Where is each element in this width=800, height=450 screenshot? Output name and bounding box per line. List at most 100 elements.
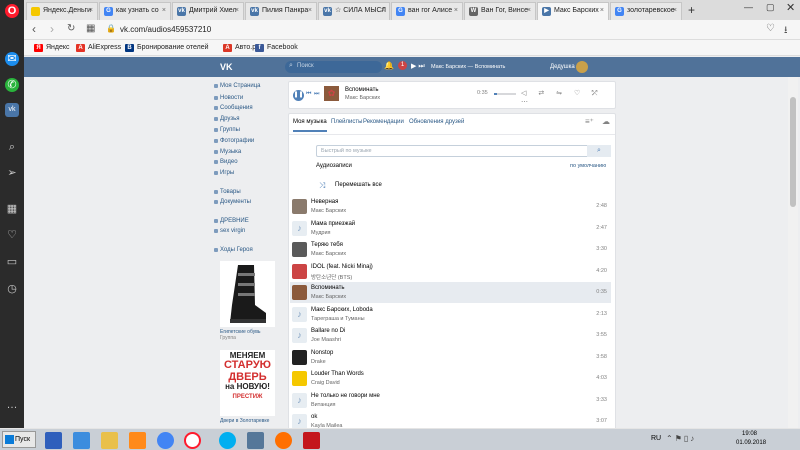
prev-button[interactable]: ⏮ — [306, 91, 311, 98]
track-artist[interactable]: Мудрия — [311, 230, 331, 236]
taskbar-explorer-icon[interactable] — [101, 432, 118, 449]
tab-close-icon[interactable]: × — [454, 3, 458, 19]
header-track-label[interactable]: Макс Барских — Вспоминать — [431, 64, 505, 70]
taskbar-ie-icon[interactable] — [73, 432, 90, 449]
sidebar-item-3[interactable]: Друзья — [214, 116, 239, 122]
track-row[interactable]: ♪ Мама приезжай Мудрия 2:47 — [290, 218, 611, 239]
reload-icon[interactable]: ↻ — [67, 23, 75, 34]
track-artist[interactable]: Макс Барских — [311, 294, 346, 300]
track-title[interactable]: ok — [311, 414, 317, 420]
sidebar-item-2[interactable]: Сообщения — [214, 105, 253, 111]
track-artist[interactable]: Joe Maashri — [311, 337, 341, 343]
sidebar-item-6[interactable]: Музыка — [214, 149, 241, 155]
download-icon[interactable]: ⭳ — [784, 23, 788, 40]
speed-dial-tab-icon[interactable]: ▦ — [86, 23, 95, 34]
vk-search-input[interactable]: ⌕ Поиск — [285, 61, 382, 73]
track-row[interactable]: Louder Than Words Craig David 4:03 — [290, 368, 611, 389]
player-controls[interactable]: ◁ ⇄ ⇋ ♡ ⤱ ⋯ — [521, 89, 615, 106]
shuffle-label[interactable]: Перемешать все — [335, 182, 382, 188]
tab-close-icon[interactable]: × — [600, 3, 604, 19]
history-icon[interactable]: ▭ — [5, 255, 19, 269]
tab-3[interactable]: vk Пилия Панкра × — [245, 2, 317, 20]
music-search-icon[interactable]: ⌕ — [587, 145, 611, 157]
speed-dial-icon[interactable]: ▦ — [5, 202, 19, 216]
tab-5[interactable]: Gван гог Алисе × — [391, 2, 463, 20]
sidebar-item-12[interactable]: sex virgin — [214, 228, 245, 234]
upload-icon[interactable]: ☁ — [602, 117, 610, 126]
taskbar-chrome-icon[interactable] — [157, 432, 174, 449]
progress-bar[interactable] — [494, 93, 516, 95]
tab-close-icon[interactable]: × — [527, 3, 531, 19]
track-title[interactable]: Вспоминать — [311, 285, 344, 291]
track-row[interactable]: ♪ Макс Барских, Loboda Тареграша и Туманы 2… — [290, 304, 611, 325]
header-play-icon[interactable]: ▶ ⏭ — [411, 62, 425, 71]
track-row[interactable]: Nonstop Drake 3:58 — [290, 347, 611, 368]
track-title[interactable]: Теряю тебя — [311, 242, 343, 248]
back-icon[interactable]: ‹ — [32, 22, 36, 36]
track-title[interactable]: Неверная — [311, 199, 338, 205]
notifications-icon[interactable]: 🔔 — [384, 61, 394, 70]
sidebar-item-4[interactable]: Группы — [214, 127, 240, 133]
track-row[interactable]: Неверная Макс Барских 2:48 — [290, 196, 611, 217]
send-icon[interactable]: ➢ — [5, 166, 19, 180]
clock-icon[interactable]: ◷ — [5, 282, 19, 296]
next-button[interactable]: ⏭ — [314, 91, 319, 98]
track-title[interactable]: Макс Барских, Loboda — [311, 307, 373, 313]
taskbar-media-icon[interactable] — [129, 432, 146, 449]
tab-friends-updates[interactable]: Обновления друзей — [409, 119, 464, 125]
track-artist[interactable]: Тареграша и Туманы — [311, 316, 365, 322]
sidebar-item-8[interactable]: Игры — [214, 170, 234, 176]
track-artist[interactable]: Витанция — [311, 402, 336, 408]
track-row[interactable]: Теряю тебя Макс Барских 3:30 — [290, 239, 611, 260]
scrollbar-thumb[interactable] — [790, 97, 796, 207]
scrollbar[interactable] — [788, 77, 798, 428]
maximize-button[interactable]: ▢ — [766, 2, 775, 13]
tab-close-icon[interactable]: × — [89, 3, 93, 19]
more-icon[interactable]: … — [5, 398, 19, 412]
add-playlist-icon[interactable]: ≡⁺ — [585, 117, 594, 126]
sidebar-item-1[interactable]: Новости — [214, 95, 243, 101]
ad2-caption[interactable]: Двери в Золотаревке — [220, 418, 269, 424]
tab-close-icon[interactable]: × — [235, 3, 239, 19]
tray-icons[interactable]: ⌃⚑▯♪ — [666, 434, 696, 443]
user-name[interactable]: Дедушка — [550, 64, 575, 70]
track-row[interactable]: Вспоминать Макс Барских 0:35 — [290, 282, 611, 303]
track-title[interactable]: Ballare no Di — [311, 328, 345, 334]
messenger-icon[interactable]: ✉ — [5, 52, 19, 66]
taskbar-opera-icon[interactable] — [184, 432, 201, 449]
track-row[interactable]: ♪ Ballare no Di Joe Maashri 3:55 — [290, 325, 611, 346]
new-tab-button[interactable]: + — [688, 3, 695, 17]
sidebar-item-5[interactable]: Фотографии — [214, 138, 254, 144]
bookmark-4[interactable]: f Facebook — [255, 42, 298, 54]
sidebar-item-13[interactable]: Ходы Героя — [214, 247, 253, 253]
opera-logo-icon[interactable]: O — [5, 4, 19, 18]
bookmark-1[interactable]: A AliExpress — [76, 42, 121, 54]
whatsapp-icon[interactable]: ✆ — [5, 78, 19, 92]
music-search-input[interactable]: Быстрый по музыке ⌕ — [316, 145, 611, 157]
shuffle-icon[interactable]: ⤨ — [319, 181, 325, 191]
track-artist[interactable]: Craig David — [311, 380, 340, 386]
track-row[interactable]: IDOL (feat. Nicki Minaj) 방탄소년단 (BTS) 4:20 — [290, 261, 611, 282]
track-title[interactable]: Louder Than Words — [311, 371, 364, 377]
minimize-button[interactable]: — — [744, 2, 753, 12]
language-indicator[interactable]: RU — [651, 435, 661, 442]
clock-date[interactable]: 01.09.2018 — [736, 440, 766, 446]
tab-close-icon[interactable]: × — [162, 3, 166, 19]
taskbar-mcafee-icon[interactable] — [303, 432, 320, 449]
sidebar-item-11[interactable]: ДРЕВНИЕ — [214, 218, 249, 224]
close-window-button[interactable]: ✕ — [786, 1, 795, 14]
tab-close-icon[interactable]: × — [673, 3, 677, 19]
tab-7[interactable]: ▶ Макс Барских × — [537, 2, 609, 20]
ad-door-image[interactable]: МЕНЯЕМ СТАРУЮ ДВЕРЬ на НОВУЮ! ПРЕСТИЖ — [220, 350, 275, 416]
tab-8[interactable]: Gзолотаревское × — [610, 2, 682, 20]
bookmark-0[interactable]: Я Яндекс — [34, 42, 70, 54]
track-title[interactable]: IDOL (feat. Nicki Minaj) — [311, 264, 373, 270]
tab-2[interactable]: vk Дмитрий Хмел × — [172, 2, 244, 20]
track-artist[interactable]: Макс Барских — [311, 208, 346, 214]
bookmark-2[interactable]: B Бронирование отелей — [125, 42, 209, 54]
forward-icon[interactable]: › — [50, 22, 54, 36]
tab-recommendations[interactable]: Рекомендации — [363, 119, 404, 125]
sidebar-item-9[interactable]: Товары — [214, 189, 241, 195]
vk-sidebar-icon[interactable]: vk — [5, 103, 19, 117]
track-artist[interactable]: 방탄소년단 (BTS) — [311, 273, 352, 281]
